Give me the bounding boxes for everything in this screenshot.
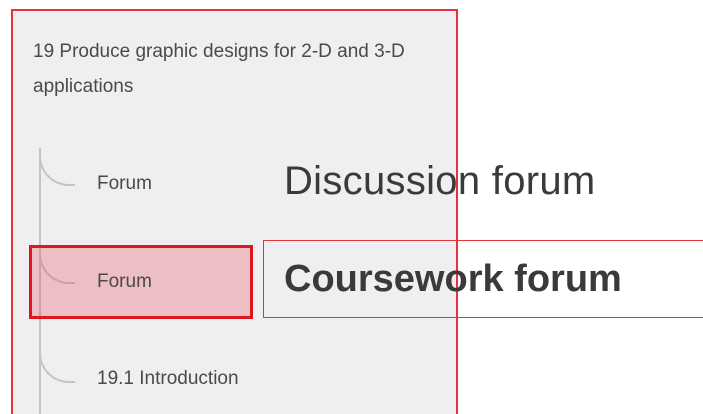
- coursework-forum-annotation-label: Coursework forum: [284, 258, 622, 300]
- sidebar-item-discussion-forum[interactable]: Forum: [97, 172, 152, 196]
- sidebar-item-coursework-forum[interactable]: Forum: [97, 270, 152, 294]
- discussion-forum-annotation-label: Discussion forum: [284, 159, 596, 203]
- section-title[interactable]: 19 Produce graphic designs for 2-D and 3…: [33, 34, 433, 104]
- sidebar-item-introduction[interactable]: 19.1 Introduction: [97, 367, 239, 391]
